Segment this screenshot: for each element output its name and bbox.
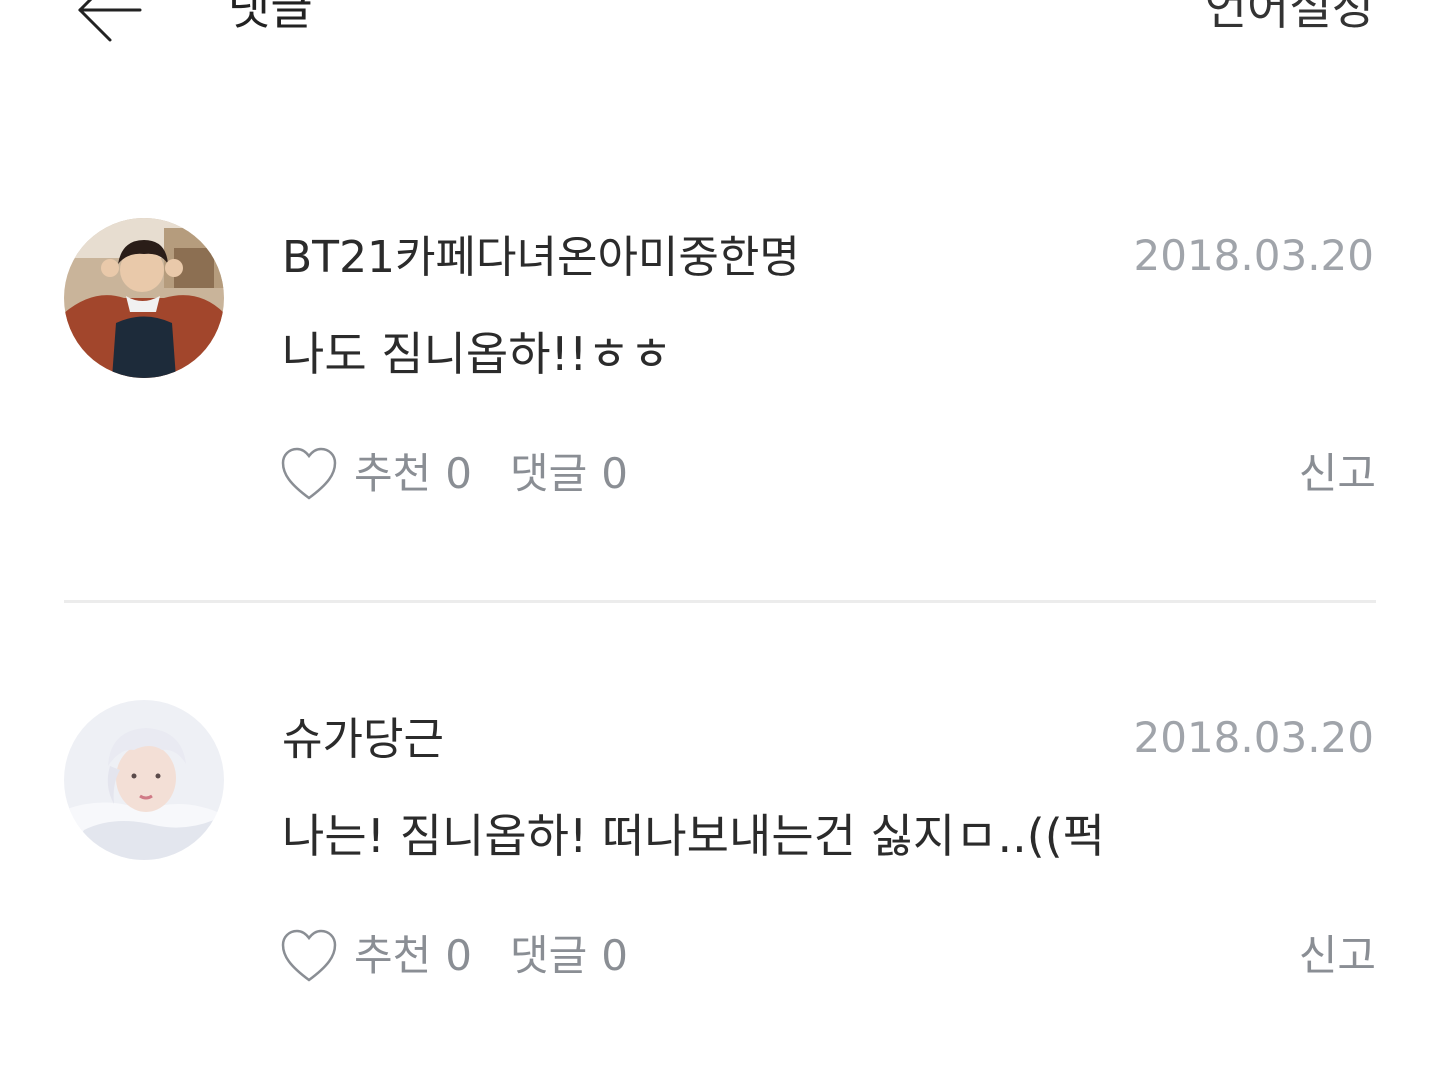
back-button[interactable]: [74, 0, 150, 46]
reply-button[interactable]: 댓글 0: [510, 924, 628, 988]
report-button[interactable]: 신고: [1299, 442, 1376, 506]
avatar[interactable]: [64, 700, 224, 860]
divider: [64, 600, 1376, 603]
comments-page: 댓글 언어설정 BT21카페다녀온아미중한명 2018.03.20 나도 짐니옵…: [0, 0, 1440, 1080]
comment-date: 2018.03.20: [1133, 231, 1374, 280]
like-count: 0: [445, 931, 473, 980]
report-button[interactable]: 신고: [1299, 924, 1376, 988]
username[interactable]: BT21카페다녀온아미중한명: [282, 226, 800, 290]
comment-text: 나도 짐니옵하!!ㅎㅎ: [282, 327, 673, 381]
comment-date: 2018.03.20: [1133, 713, 1374, 762]
reply-count: 0: [601, 931, 629, 980]
heart-icon: [281, 447, 337, 500]
header: 댓글 언어설정: [0, 0, 1440, 60]
language-settings-button[interactable]: 언어설정: [1205, 0, 1374, 38]
username[interactable]: 슈가당근: [282, 708, 444, 772]
like-button[interactable]: 추천 0: [280, 442, 472, 506]
comment-actions: 추천 0 댓글 0 신고: [280, 924, 1376, 988]
avatar[interactable]: [64, 218, 224, 378]
comment-actions: 추천 0 댓글 0 신고: [280, 442, 1376, 506]
arrow-left-icon: [78, 0, 142, 42]
page-title: 댓글: [228, 0, 313, 35]
like-label: 추천: [354, 931, 432, 980]
like-count: 0: [445, 449, 473, 498]
like-label: 추천: [354, 449, 432, 498]
comment-text: 나는! 짐니옵하! 떠나보내는건 싫지ㅁ..((퍽: [282, 809, 1106, 863]
reply-label: 댓글: [510, 931, 588, 980]
reply-label: 댓글: [510, 449, 588, 498]
heart-icon: [281, 929, 337, 982]
like-button[interactable]: 추천 0: [280, 924, 472, 988]
reply-count: 0: [601, 449, 629, 498]
reply-button[interactable]: 댓글 0: [510, 442, 628, 506]
